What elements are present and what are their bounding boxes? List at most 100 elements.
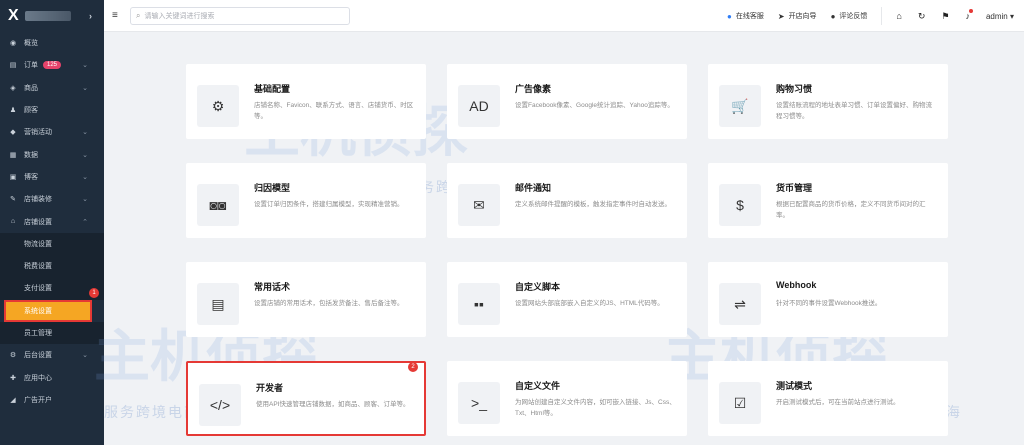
settings-card[interactable]: $ 货币管理 根据已配置商品的货币价格，定义不同货币间对的汇率。 bbox=[708, 163, 948, 238]
sidebar-item[interactable]: ◆ 营销活动 ⌄ bbox=[0, 121, 104, 143]
support-label: 在线客服 bbox=[735, 13, 764, 20]
product-icon: ◈ bbox=[10, 84, 16, 92]
sidebar-subitem[interactable]: 支付设置 bbox=[0, 277, 104, 300]
sidebar-item-label: 博客 bbox=[24, 173, 38, 181]
glasses-icon: ◙◙ bbox=[197, 184, 239, 226]
card-title: 基础配置 bbox=[254, 84, 291, 94]
bell-icon[interactable]: ♪ bbox=[965, 9, 973, 21]
settings-card[interactable]: ▤ 常用话术 设置店铺的常用话术，包括发货备注、售后备注等。 bbox=[186, 262, 426, 337]
send-icon: ➤ bbox=[777, 11, 785, 21]
toggle-icon: ⇌ bbox=[719, 283, 761, 325]
user-menu[interactable]: admin ▾ bbox=[986, 12, 1014, 21]
code-icon: </> bbox=[199, 384, 241, 426]
settings-card[interactable]: ⚙ 基础配置店铺名称、Favicon、联系方式、语言、店铺货币、时区等。 bbox=[186, 64, 426, 139]
card-description: 设置Facebook像素、Google统计追踪、Yahoo追踪等。 bbox=[515, 102, 674, 109]
app-icon: ✚ bbox=[10, 374, 16, 382]
sidebar-item[interactable]: ▦ 数据 ⌄ bbox=[0, 143, 104, 165]
card-description: 设置结账流程的地址表单习惯、订单设置偏好、购物流程习惯等。 bbox=[776, 102, 932, 120]
search-icon: ⌕ bbox=[136, 10, 141, 20]
flag-icon[interactable]: ⚑ bbox=[941, 11, 949, 22]
blog-icon: ▣ bbox=[9, 173, 17, 181]
sidebar: X › ◉ 概览 ▤ 订单 125 ⌄ ◈ 商品 ⌄ ♟ 顾客 ◆ 营销活动 ⌄ ▦ 数据 ⌄ ▣ 博客 ⌄ ✎ 店铺装修… bbox=[0, 0, 104, 445]
sidebar-item[interactable]: ♟ 顾客 bbox=[0, 99, 104, 121]
settings-card[interactable]: ▪▪ 自定义脚本设置网站头部底部嵌入自定义的JS、HTML代码等。 bbox=[447, 262, 687, 337]
search-input[interactable]: ⌕ 请输入关键词进行搜索 bbox=[130, 6, 350, 25]
logo-text: X bbox=[8, 7, 19, 24]
gear-icon: ⚙ bbox=[197, 85, 239, 127]
feedback-button[interactable]: ● 评论反馈 bbox=[831, 11, 868, 21]
card-title: 货币管理 bbox=[776, 183, 813, 193]
sidebar-subitem[interactable]: 系统设置 bbox=[4, 299, 92, 322]
order-icon: ▤ bbox=[9, 62, 17, 70]
brand-logo[interactable]: X › bbox=[0, 0, 104, 32]
divider bbox=[881, 7, 883, 25]
settings-card[interactable]: ⇌ Webhook 针对不同的事件设置Webhook推送。 bbox=[708, 262, 948, 337]
sidebar-item[interactable]: ⚙ 后台设置 ⌄ bbox=[0, 344, 104, 366]
chevron-down-icon: ⌄ bbox=[82, 84, 88, 92]
card-description: 设置订单归因条件，搭建归属模型，实现精准营销。 bbox=[254, 201, 404, 208]
sidebar-subitem[interactable]: 税费设置 bbox=[0, 254, 104, 278]
card-description: 设置网站头部底部嵌入自定义的JS、HTML代码等。 bbox=[515, 300, 664, 307]
settings-card[interactable]: </> 开发者 使用API快速管理店铺数据，如商品、顾客、订单等。 2 bbox=[186, 361, 426, 436]
card-description: 定义系统邮件提醒的模板，触发指定事件时自动发送。 bbox=[515, 201, 671, 208]
topbar: ≡ ⌕ 请输入关键词进行搜索 ● 在线客服 ➤ 开店向导 ● 评论反馈 ⌂ ↻ … bbox=[104, 0, 1024, 32]
sidebar-item-label: 后台设置 bbox=[24, 352, 52, 360]
sidebar-item[interactable]: ◈ 商品 ⌄ bbox=[0, 77, 104, 99]
settings-card[interactable]: ✉ 邮件通知 定义系统邮件提醒的模板，触发指定事件时自动发送。 bbox=[447, 163, 687, 238]
chevron-down-icon: ⌄ bbox=[82, 62, 88, 70]
sidebar-subitem[interactable]: 物流设置 bbox=[0, 232, 104, 255]
chevron-down-icon: ⌄ bbox=[82, 352, 88, 360]
sidebar-item[interactable]: ◢ 广告开户 bbox=[0, 389, 104, 411]
chevron-down-icon: ⌄ bbox=[82, 151, 88, 159]
menu-toggle-icon[interactable]: ≡ bbox=[112, 10, 122, 21]
sidebar-item-label: 广告开户 bbox=[24, 396, 52, 404]
blocks-icon: ▪▪ bbox=[458, 283, 500, 325]
ad-icon: AD bbox=[458, 85, 500, 127]
sidebar-item-label: 商品 bbox=[24, 84, 38, 92]
sidebar-item-label: 店铺设置 bbox=[24, 218, 52, 226]
sidebar-item-label: 店铺装修 bbox=[24, 196, 52, 204]
card-description: 店铺名称、Favicon、联系方式、语言、店铺货币、时区等。 bbox=[254, 102, 414, 120]
sidebar-item-label: 营销活动 bbox=[24, 129, 52, 137]
paint-icon: ✎ bbox=[10, 196, 16, 204]
card-title: 自定义脚本 bbox=[515, 282, 561, 292]
cart-icon: 🛒 bbox=[719, 85, 761, 127]
step-marker-2: 2 bbox=[408, 362, 418, 372]
settings-card[interactable]: AD 广告像素设置Facebook像素、Google统计追踪、Yahoo追踪等。 bbox=[447, 64, 687, 139]
chart-icon: ▦ bbox=[9, 151, 17, 159]
settings-card[interactable]: ◙◙ 归因模型 设置订单归因条件，搭建归属模型，实现精准营销。 bbox=[186, 163, 426, 238]
checklist-icon: ☑ bbox=[719, 382, 761, 424]
store-icon: ⌂ bbox=[10, 218, 16, 226]
sidebar-item[interactable]: ▣ 博客 ⌄ bbox=[0, 166, 104, 188]
step-marker-1: 1 bbox=[89, 288, 99, 298]
chevron-up-icon: ⌃ bbox=[82, 218, 88, 226]
settings-card[interactable]: 🛒 购物习惯 设置结账流程的地址表单习惯、订单设置偏好、购物流程习惯等。 bbox=[708, 64, 948, 139]
tag-icon: ◆ bbox=[10, 129, 16, 137]
terminal-icon: >_ bbox=[458, 382, 500, 424]
sidebar-subitem[interactable]: 员工管理 bbox=[0, 321, 104, 345]
top-actions: ● 在线客服 ➤ 开店向导 ● 评论反馈 ⌂ ↻ ⚑ ♪ admin ▾ bbox=[727, 0, 1024, 32]
chevron-right-icon[interactable]: › bbox=[89, 11, 92, 21]
chevron-down-icon: ⌄ bbox=[82, 173, 88, 181]
feedback-label: 评论反馈 bbox=[839, 13, 868, 20]
online-support-button[interactable]: ● 在线客服 bbox=[727, 11, 764, 21]
home-icon[interactable]: ⌂ bbox=[896, 11, 901, 21]
sidebar-item[interactable]: ◉ 概览 bbox=[0, 32, 104, 54]
sidebar-item[interactable]: ⌂ 店铺设置 ⌃ bbox=[0, 210, 104, 232]
card-title: 广告像素 bbox=[515, 84, 552, 94]
card-description: 设置店铺的常用话术，包括发货备注、售后备注等。 bbox=[254, 300, 404, 307]
card-title: 常用话术 bbox=[254, 282, 291, 292]
store-name-blurred bbox=[24, 11, 71, 21]
settings-card[interactable]: ☑ 测试模式开启测试模式后，可在当前站点进行测试。 bbox=[708, 361, 948, 436]
sidebar-item[interactable]: ✚ 应用中心 bbox=[0, 366, 104, 388]
card-description: 开启测试模式后，可在当前站点进行测试。 bbox=[776, 399, 900, 406]
sidebar-item-label: 订单 bbox=[24, 62, 38, 70]
app-root: X › ◉ 概览 ▤ 订单 125 ⌄ ◈ 商品 ⌄ ♟ 顾客 ◆ 营销活动 ⌄ ▦ 数据 ⌄ ▣ 博客 ⌄ ✎ 店铺装修… bbox=[0, 0, 1024, 445]
count-badge: 125 bbox=[43, 61, 62, 70]
sidebar-item[interactable]: ▤ 订单 125 ⌄ bbox=[0, 54, 104, 76]
sidebar-item[interactable]: ✎ 店铺装修 ⌄ bbox=[0, 188, 104, 210]
card-title: 测试模式 bbox=[776, 381, 813, 391]
settings-card[interactable]: >_ 自定义文件 为网站创建自定义文件内容，如可嵌入链接、Js、Css、Txt、Ht… bbox=[447, 361, 687, 436]
store-guide-button[interactable]: ➤ 开店向导 bbox=[778, 11, 817, 21]
refresh-icon[interactable]: ↻ bbox=[918, 11, 926, 22]
